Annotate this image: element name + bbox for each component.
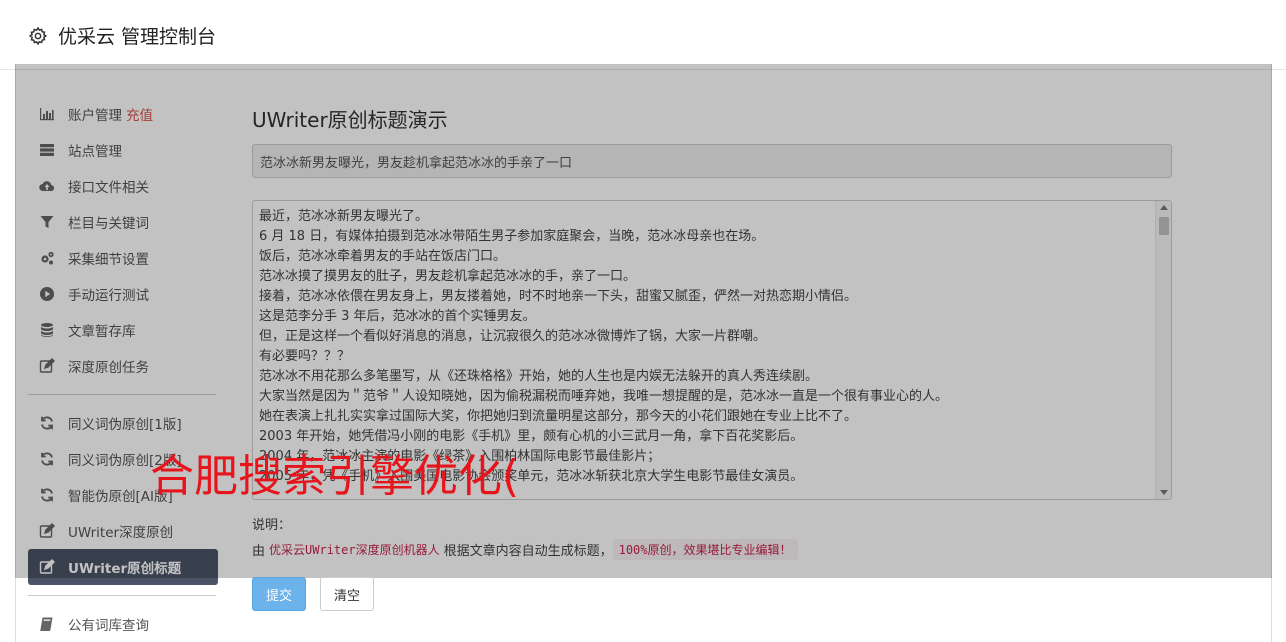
sidebar-item-label: 接口文件相关 <box>68 180 149 196</box>
database-icon <box>38 322 56 338</box>
description: 由 优采云UWriter深度原创机器人 根据文章内容自动生成标题， 100%原创… <box>252 539 1172 560</box>
article-textarea[interactable]: 最近，范冰冰新男友曝光了。 6 月 18 日，有媒体拍摄到范冰冰带陌生男子参加家庭… <box>252 200 1172 500</box>
scroll-down-icon[interactable] <box>1160 490 1168 495</box>
sidebar-item-sites[interactable]: 站点管理 <box>28 132 218 168</box>
sidebar-item-ai-pseudo-original[interactable]: 智能伪原创[AI版] <box>28 477 218 513</box>
sidebar-item-label: 智能伪原创[AI版] <box>68 489 173 505</box>
refresh-icon <box>38 415 56 431</box>
article-line: 接着，范冰冰依偎在男友身上，男友搂着她，时不时地亲一下头，甜蜜又腻歪，俨然一对热… <box>259 289 858 304</box>
article-line: 但，正是这样一个看似好消息的消息，让沉寂很久的范冰冰微博炸了锅，大家一片群嘲。 <box>259 329 767 344</box>
recharge-link[interactable]: 充值 <box>126 104 153 124</box>
cogs-icon <box>38 250 56 266</box>
form-actions: 提交 清空 <box>252 577 374 611</box>
sidebar-divider <box>28 394 216 395</box>
sidebar-item-label: 站点管理 <box>68 144 122 160</box>
edit-icon <box>38 358 56 374</box>
play-circle-icon <box>38 286 56 302</box>
sidebar-item-columns-keywords[interactable]: 栏目与关键词 <box>28 204 218 240</box>
article-line: 范冰冰摸了摸男友的肚子，男友趁机拿起范冰冰的手，亲了一口。 <box>259 269 637 284</box>
bar-chart-icon <box>38 106 56 122</box>
brand: 优采云 管理控制台 <box>28 22 216 49</box>
sidebar-item-label: 同义词伪原创[1版] <box>68 417 182 433</box>
app-title: 优采云 管理控制台 <box>58 26 217 48</box>
refresh-icon <box>38 451 56 467</box>
sidebar-item-uwriter-title[interactable]: UWriter原创标题 <box>28 549 218 585</box>
sidebar-item-synonym-v1[interactable]: 同义词伪原创[1版] <box>28 405 218 441</box>
article-line: 最近，范冰冰新男友曝光了。 <box>259 209 429 224</box>
robot-name-code: 优采云UWriter深度原创机器人 <box>269 543 440 557</box>
sidebar-item-label: 采集细节设置 <box>68 252 149 268</box>
article-line: 大家当然是因为＂范爷＂人设知晓她，因为偷税漏税而唾弃她，我唯一想提醒的是，范冰冰… <box>259 389 949 404</box>
sidebar: 账户管理 充值 站点管理 接口文件相关 栏目与关键词 采集细节设置 手动运行测试… <box>28 96 218 642</box>
scroll-up-icon[interactable] <box>1160 205 1168 210</box>
sidebar-item-deep-original-task[interactable]: 深度原创任务 <box>28 348 218 384</box>
article-line: 有必要吗？？？ <box>259 349 351 364</box>
sidebar-item-uwriter-deep[interactable]: UWriter深度原创 <box>28 513 218 549</box>
refresh-icon <box>38 487 56 503</box>
sidebar-item-label: 账户管理 <box>68 108 122 124</box>
sidebar-divider <box>28 595 216 596</box>
sidebar-item-label: UWriter原创标题 <box>68 561 182 577</box>
description-prefix: 由 <box>252 544 266 559</box>
filter-icon <box>38 214 56 230</box>
page-title: UWriter原创标题演示 <box>252 108 448 132</box>
article-line: 2004 年，范冰冰主演的电影《绿茶》入围柏林国际电影节最佳影片； <box>259 449 661 464</box>
cloud-upload-icon <box>38 178 56 194</box>
sidebar-item-label: 深度原创任务 <box>68 360 149 376</box>
book-icon <box>38 616 56 632</box>
sidebar-item-article-store[interactable]: 文章暂存库 <box>28 312 218 348</box>
submit-button[interactable]: 提交 <box>252 577 306 611</box>
sidebar-item-label: 同义词伪原创[2版] <box>68 453 182 469</box>
edit-icon <box>38 559 56 575</box>
description-middle: 根据文章内容自动生成标题， <box>443 544 613 559</box>
sidebar-item-collect-settings[interactable]: 采集细节设置 <box>28 240 218 276</box>
edit-icon <box>38 523 56 539</box>
article-text[interactable]: 最近，范冰冰新男友曝光了。 6 月 18 日，有媒体拍摄到范冰冰带陌生男子参加家庭… <box>253 201 1155 499</box>
sidebar-item-account[interactable]: 账户管理 充值 <box>28 96 218 132</box>
article-line: 6 月 18 日，有媒体拍摄到范冰冰带陌生男子参加家庭聚会，当晚，范冰冰母亲也在… <box>259 229 765 244</box>
textarea-scrollbar[interactable] <box>1155 201 1171 499</box>
sidebar-item-label: 手动运行测试 <box>68 288 149 304</box>
server-icon <box>38 142 56 158</box>
sidebar-item-public-lexicon[interactable]: 公有词库查询 <box>28 606 218 642</box>
sidebar-item-label: 文章暂存库 <box>68 324 136 340</box>
sidebar-item-synonym-v2[interactable]: 同义词伪原创[2版] <box>28 441 218 477</box>
scroll-thumb[interactable] <box>1159 217 1169 235</box>
sidebar-item-label: UWriter深度原创 <box>68 525 174 541</box>
sidebar-item-label: 公有词库查询 <box>68 618 149 634</box>
sidebar-item-label: 栏目与关键词 <box>68 216 149 232</box>
main-content: UWriter原创标题演示 最近，范冰冰新男友曝光了。 6 月 18 日，有媒体拍… <box>252 100 1172 560</box>
gear-icon <box>28 26 48 45</box>
sidebar-item-api-files[interactable]: 接口文件相关 <box>28 168 218 204</box>
article-line: 范冰冰不用花那么多笔墨写，从《还珠格格》开始，她的人生也是内娱无法躲开的真人秀连… <box>259 369 819 384</box>
article-line: 饭后，范冰冰牵着男友的手站在饭店门口。 <box>259 249 507 264</box>
article-line: 2003 年开始，她凭借冯小刚的电影《手机》里，颇有心机的小三武月一角，拿下百花… <box>259 429 804 444</box>
top-bar: 优采云 管理控制台 <box>0 0 1286 70</box>
description-label: 说明： <box>252 518 292 533</box>
sidebar-item-manual-run[interactable]: 手动运行测试 <box>28 276 218 312</box>
article-line: 她在表演上扎扎实实拿过国际大奖，你把她归到流量明星这部分，那今天的小花们跟她在专… <box>259 409 858 424</box>
original-claim-code: 100%原创，效果堪比专业编辑！ <box>612 539 798 560</box>
title-input[interactable] <box>252 144 1172 178</box>
article-line: 2005 年，凭《手机》入围美国电影协会颁奖单元，范冰冰斩获北京大学生电影节最佳… <box>259 469 804 484</box>
clear-button[interactable]: 清空 <box>320 577 374 611</box>
article-line: 这是范李分手 3 年后，范冰冰的首个实锤男友。 <box>259 309 536 324</box>
